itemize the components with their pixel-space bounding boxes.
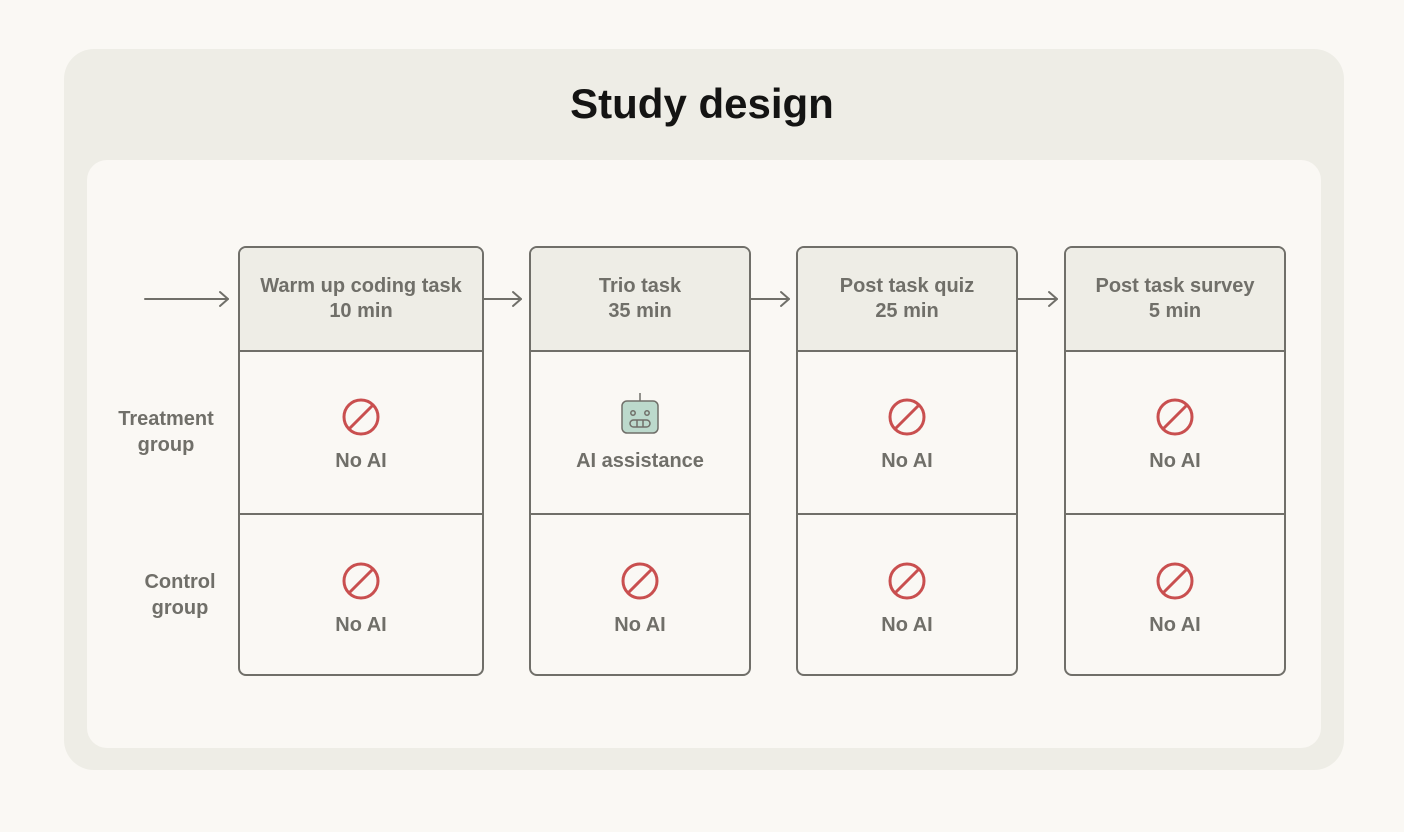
no-ai-icon — [342, 562, 380, 599]
cell-label: No AI — [881, 613, 933, 636]
cell-label: No AI — [1149, 613, 1201, 636]
arrow-3-4-icon — [1017, 291, 1058, 307]
no-ai-icon — [1156, 562, 1194, 599]
entry-arrow-icon — [144, 291, 229, 307]
no-ai-icon — [888, 398, 926, 435]
stage-post-task-survey: Post task survey 5 min No AI No AI — [1064, 246, 1286, 676]
cell-label: AI assistance — [576, 449, 704, 472]
control-cell: No AI — [240, 515, 482, 674]
stage-duration: 25 min — [875, 300, 939, 322]
treatment-cell: No AI — [798, 352, 1016, 515]
cell-label: No AI — [614, 613, 666, 636]
cell-label: No AI — [1149, 449, 1201, 472]
stage-header: Trio task 35 min — [531, 248, 749, 352]
stage-name: Post task quiz — [839, 275, 975, 297]
cell-label: No AI — [335, 449, 387, 472]
stage-name: Post task survey — [1095, 275, 1255, 297]
control-cell: No AI — [531, 515, 749, 674]
cell-label: No AI — [881, 449, 933, 472]
treatment-cell: No AI — [240, 352, 482, 515]
cell-label: No AI — [335, 613, 387, 636]
treatment-cell: AI assistance — [531, 352, 749, 515]
no-ai-icon — [621, 562, 659, 599]
stage-duration: 5 min — [1148, 300, 1202, 322]
control-cell: No AI — [1066, 515, 1284, 674]
no-ai-icon — [1156, 398, 1194, 435]
no-ai-icon — [342, 398, 380, 435]
stage-trio-task: Trio task 35 min AI assistance No AI — [529, 246, 751, 676]
robot-icon — [621, 392, 659, 434]
stage-duration: 35 min — [608, 300, 672, 322]
no-ai-icon — [888, 562, 926, 599]
stage-duration: 10 min — [329, 300, 393, 322]
stage-warm-up-coding-task: Warm up coding task 10 min No AI No AI — [238, 246, 484, 676]
arrow-1-2-icon — [483, 291, 522, 307]
stage-name: Trio task — [598, 275, 682, 297]
stage-header: Post task quiz 25 min — [798, 248, 1016, 352]
stage-header: Warm up coding task 10 min — [240, 248, 482, 352]
control-cell: No AI — [798, 515, 1016, 674]
stage-header: Post task survey 5 min — [1066, 248, 1284, 352]
stage-post-task-quiz: Post task quiz 25 min No AI No AI — [796, 246, 1018, 676]
stage-name: Warm up coding task — [260, 275, 462, 297]
arrow-2-3-icon — [750, 291, 790, 307]
treatment-cell: No AI — [1066, 352, 1284, 515]
